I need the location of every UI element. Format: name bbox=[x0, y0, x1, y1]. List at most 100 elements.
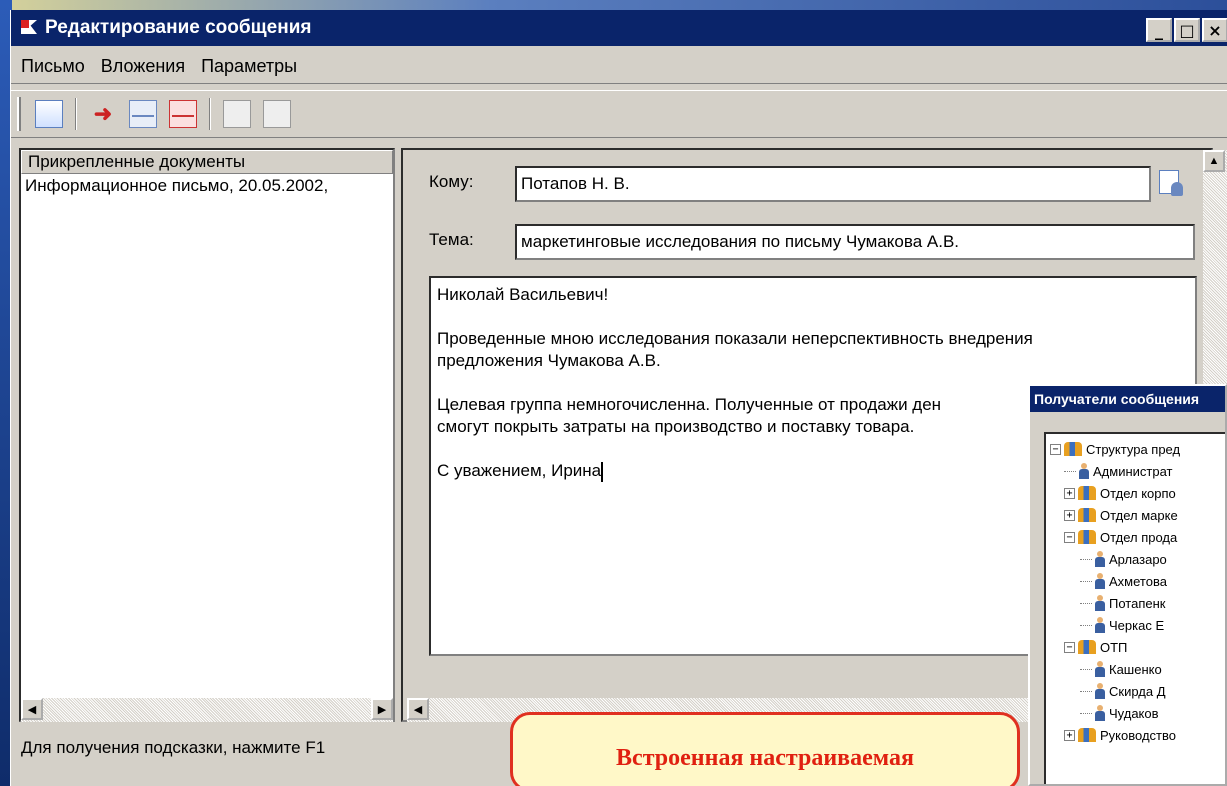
expand-icon[interactable]: + bbox=[1064, 509, 1075, 521]
collapse-icon[interactable]: − bbox=[1050, 443, 1061, 455]
menu-letter[interactable]: Письмо bbox=[13, 56, 93, 77]
tree-node-label: Отдел корпо bbox=[1100, 485, 1176, 501]
tree-connector bbox=[1064, 470, 1076, 472]
tree-connector bbox=[1080, 668, 1092, 670]
attachments-header[interactable]: Прикрепленные документы bbox=[21, 150, 393, 174]
tree-node-label: Структура пред bbox=[1086, 441, 1181, 457]
expand-icon[interactable]: + bbox=[1064, 729, 1075, 741]
to-label: Кому: bbox=[429, 172, 474, 191]
menu-bar: Письмо Вложения Параметры bbox=[11, 50, 1227, 84]
menu-parameters[interactable]: Параметры bbox=[193, 56, 305, 77]
maximize-button[interactable]: □ bbox=[1174, 18, 1200, 42]
tree-node[interactable]: − ОТП bbox=[1064, 636, 1127, 658]
group-icon bbox=[1078, 486, 1096, 500]
forward-icon[interactable]: ➜ bbox=[89, 100, 117, 128]
tree-node-label: Кашенко bbox=[1109, 661, 1162, 677]
reply-all-icon[interactable] bbox=[263, 100, 291, 128]
tree-node-label: Отдел марке bbox=[1100, 507, 1178, 523]
tree-node[interactable]: − Отдел прода bbox=[1064, 526, 1177, 548]
tree-node[interactable]: Скирда Д bbox=[1080, 680, 1166, 702]
app-icon bbox=[19, 18, 39, 38]
tree-node-label: Ахметова bbox=[1109, 573, 1167, 589]
tree-connector bbox=[1080, 602, 1092, 604]
person-icon bbox=[1095, 705, 1105, 721]
tree-node-label: Чудаков bbox=[1109, 705, 1159, 721]
tree-node[interactable]: Администрат bbox=[1064, 460, 1172, 482]
attachment-item[interactable]: Информационное письмо, 20.05.2002, bbox=[21, 174, 393, 198]
tree-node-label: Отдел прода bbox=[1100, 529, 1178, 545]
letter-icon[interactable] bbox=[35, 100, 63, 128]
scroll-left-icon[interactable]: ◀ bbox=[21, 698, 43, 720]
person-icon bbox=[1079, 463, 1089, 479]
attachments-hscrollbar[interactable]: ◀ ▶ bbox=[21, 698, 393, 722]
group-icon bbox=[1078, 508, 1096, 522]
tree-node-label: Администрат bbox=[1093, 463, 1173, 479]
person-icon bbox=[1095, 595, 1105, 611]
body-line: Николай Васильевич! bbox=[437, 285, 609, 304]
tree-node-label: ОТП bbox=[1100, 639, 1128, 655]
tree-node[interactable]: Арлазаро bbox=[1080, 548, 1167, 570]
window-controls: _ □ × bbox=[1146, 18, 1227, 42]
recipients-tree[interactable]: − Структура пред Администрат + Отдел корпо… bbox=[1044, 432, 1225, 784]
scroll-left-icon[interactable]: ◀ bbox=[407, 698, 429, 720]
tree-node[interactable]: Чудаков bbox=[1080, 702, 1159, 724]
body-line-text: С уважением, Ирина bbox=[437, 461, 602, 480]
recipients-dialog: Получатели сообщения − Структура пред Адм… bbox=[1028, 384, 1227, 786]
tree-node-label: Потапенк bbox=[1109, 595, 1166, 611]
envelope-red-icon[interactable] bbox=[169, 100, 197, 128]
toolbar-separator bbox=[209, 98, 211, 130]
tree-node[interactable]: Потапенк bbox=[1080, 592, 1165, 614]
tree-node-label: Черкас Е bbox=[1109, 617, 1165, 633]
tree-connector bbox=[1080, 690, 1092, 692]
tree-node[interactable]: Ахметова bbox=[1080, 570, 1167, 592]
collapse-icon[interactable]: − bbox=[1064, 531, 1075, 543]
minimize-button[interactable]: _ bbox=[1146, 18, 1172, 42]
subject-label: Тема: bbox=[429, 230, 474, 249]
tree-connector bbox=[1080, 624, 1092, 626]
recipients-dialog-title[interactable]: Получатели сообщения bbox=[1030, 386, 1225, 412]
toolbar-separator bbox=[75, 98, 77, 130]
body-line: Проведенные мною исследования показали н… bbox=[437, 329, 1033, 348]
attachments-pane: Прикрепленные документы Информационное п… bbox=[19, 148, 395, 722]
group-icon bbox=[1078, 728, 1096, 742]
body-line bbox=[437, 306, 1189, 328]
person-icon bbox=[1095, 683, 1105, 699]
body-line: предложения Чумакова А.В. bbox=[437, 351, 661, 370]
close-button[interactable]: × bbox=[1202, 18, 1227, 42]
person-icon bbox=[1095, 573, 1105, 589]
group-icon bbox=[1078, 640, 1096, 654]
tree-connector bbox=[1080, 580, 1092, 582]
address-book-icon[interactable] bbox=[1155, 168, 1185, 198]
scroll-right-icon[interactable]: ▶ bbox=[371, 698, 393, 720]
tree-node[interactable]: + Отдел марке bbox=[1064, 504, 1178, 526]
callout-bubble: Встроенная настраиваемая bbox=[510, 712, 1020, 786]
tree-node-label: Руководство bbox=[1100, 727, 1176, 743]
tree-connector bbox=[1080, 558, 1092, 560]
toolbar: ➜ bbox=[11, 90, 1227, 138]
tree-node[interactable]: Кашенко bbox=[1080, 658, 1162, 680]
send-receive-icon[interactable] bbox=[129, 100, 157, 128]
scroll-up-icon[interactable]: ▲ bbox=[1203, 150, 1225, 172]
person-icon bbox=[1095, 661, 1105, 677]
window-title: Редактирование сообщения bbox=[45, 17, 312, 38]
title-bar[interactable]: Редактирование сообщения _ □ × bbox=[11, 10, 1227, 46]
person-icon bbox=[1095, 551, 1105, 567]
group-icon bbox=[1064, 442, 1082, 456]
person-icon bbox=[1095, 617, 1105, 633]
menu-attachments[interactable]: Вложения bbox=[93, 56, 193, 77]
to-field[interactable]: Потапов Н. В. bbox=[515, 166, 1151, 202]
tree-node[interactable]: + Руководство bbox=[1064, 724, 1176, 746]
tree-connector bbox=[1080, 712, 1092, 714]
tree-node[interactable]: Черкас Е bbox=[1080, 614, 1164, 636]
tree-node[interactable]: + Отдел корпо bbox=[1064, 482, 1176, 504]
group-icon bbox=[1078, 530, 1096, 544]
toolbar-grip[interactable] bbox=[17, 97, 21, 131]
expand-icon[interactable]: + bbox=[1064, 487, 1075, 499]
reply-icon[interactable] bbox=[223, 100, 251, 128]
subject-field[interactable]: маркетинговые исследования по письму Чум… bbox=[515, 224, 1195, 260]
tree-node[interactable]: − Структура пред bbox=[1050, 438, 1180, 460]
text-caret bbox=[601, 461, 604, 482]
collapse-icon[interactable]: − bbox=[1064, 641, 1075, 653]
tree-node-label: Арлазаро bbox=[1109, 551, 1167, 567]
tree-node-label: Скирда Д bbox=[1109, 683, 1166, 699]
